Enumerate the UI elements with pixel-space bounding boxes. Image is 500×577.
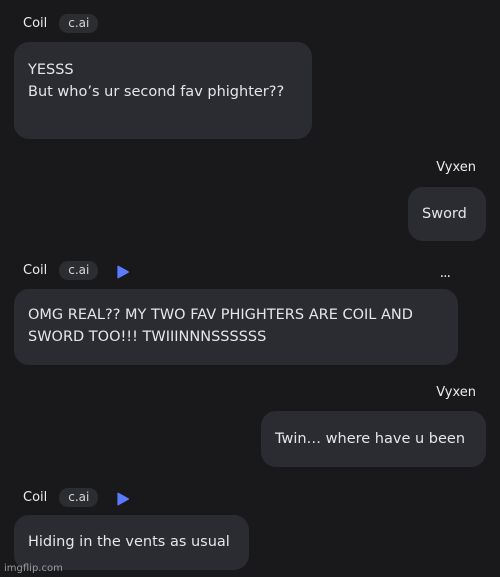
play-icon[interactable] — [116, 491, 130, 505]
more-options-icon[interactable]: ... — [440, 266, 451, 280]
sender-name[interactable]: Coil — [23, 263, 47, 278]
sender-name[interactable]: Coil — [23, 490, 47, 505]
message-text: Hiding in the vents as usual — [28, 534, 230, 550]
play-icon[interactable] — [116, 264, 130, 278]
message-text: Sword — [422, 206, 467, 222]
bot-message-bubble: YESSS But who’s ur second fav phighter?? — [14, 42, 312, 139]
bot-message-header: Coil c.ai — [23, 488, 130, 507]
bot-message-header: Coil c.ai — [23, 14, 99, 33]
message-line: SWORD TOO!!! TWIIINNNSSSSSS — [28, 329, 267, 345]
message-line: OMG REAL?? MY TWO FAV PHIGHTERS ARE COIL… — [28, 307, 413, 323]
user-message-bubble: Sword — [408, 187, 486, 241]
bot-message-bubble: Hiding in the vents as usual — [14, 515, 249, 570]
message-line: YESSS — [28, 62, 74, 78]
user-message-bubble: Twin… where have u been — [261, 411, 486, 467]
sender-name[interactable]: Coil — [23, 16, 47, 31]
user-name: Vyxen — [436, 160, 476, 175]
ai-badge: c.ai — [59, 14, 99, 33]
watermark: imgflip.com — [4, 563, 63, 574]
message-text: Twin… where have u been — [275, 431, 466, 447]
message-line: But who’s ur second fav phighter?? — [28, 84, 285, 100]
bot-message-header: Coil c.ai — [23, 261, 130, 280]
bot-message-bubble: OMG REAL?? MY TWO FAV PHIGHTERS ARE COIL… — [14, 289, 458, 365]
ai-badge: c.ai — [59, 261, 99, 280]
ai-badge: c.ai — [59, 488, 99, 507]
user-name: Vyxen — [436, 385, 476, 400]
